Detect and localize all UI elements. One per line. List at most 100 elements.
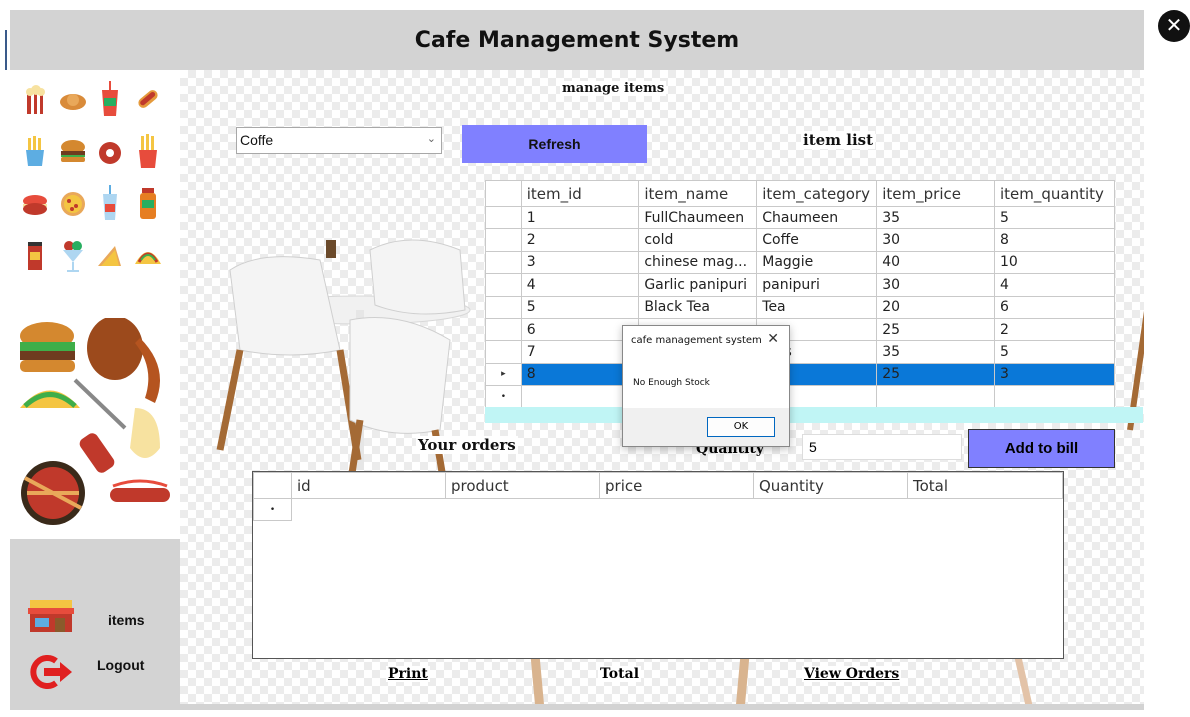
orders-grid[interactable]: id product price Quantity Total • (252, 471, 1064, 659)
column-header[interactable]: price (599, 472, 754, 499)
view-orders-link[interactable]: View Orders (802, 666, 902, 682)
table-cell[interactable]: Maggie (756, 250, 878, 275)
table-cell[interactable]: 25 (876, 317, 995, 342)
table-cell[interactable]: FullChaumeen (638, 205, 758, 230)
row-header[interactable] (485, 205, 522, 230)
table-cell[interactable]: 2 (520, 228, 640, 252)
table-cell[interactable] (994, 385, 1115, 409)
row-header[interactable] (485, 317, 522, 342)
macaron-icon (20, 184, 50, 222)
table-cell[interactable]: panipuri (756, 273, 878, 297)
column-header[interactable]: item_id (520, 180, 640, 207)
row-header[interactable] (485, 250, 522, 275)
chevron-down-icon[interactable]: ⌄ (427, 132, 436, 145)
sidebar-item-logout[interactable] (26, 655, 74, 689)
popcorn-icon (20, 80, 50, 118)
table-row[interactable]: 2 cold Coffe 30 8 (485, 228, 1115, 252)
table-cell[interactable]: 2 (994, 317, 1115, 342)
row-header[interactable] (485, 273, 522, 297)
table-row[interactable]: 4 Garlic panipuri panipuri 30 4 (485, 273, 1115, 297)
table-cell[interactable]: 1 (520, 205, 640, 230)
table-cell[interactable]: 35 (876, 205, 995, 230)
column-header[interactable]: item_price (876, 180, 995, 207)
table-cell (754, 499, 908, 521)
table-cell[interactable]: 8 (994, 228, 1115, 252)
table-cell (446, 499, 600, 521)
row-header-corner (485, 180, 522, 207)
row-header[interactable] (485, 340, 522, 364)
table-cell[interactable]: cold (638, 228, 758, 252)
sidebar-label-logout[interactable]: Logout (97, 657, 144, 673)
row-selected-marker[interactable]: ▸ (485, 362, 522, 387)
table-cell[interactable]: 30 (876, 228, 995, 252)
table-row[interactable]: 7 mos 35 5 (485, 340, 1115, 364)
column-header[interactable]: id (291, 472, 446, 499)
message-dialog: cafe management system ✕ No Enough Stock… (622, 325, 790, 447)
table-cell[interactable]: Tea (756, 295, 878, 319)
add-to-bill-button[interactable]: Add to bill (968, 429, 1115, 468)
print-link[interactable]: Print (386, 666, 430, 682)
table-cell (600, 499, 754, 521)
column-header[interactable]: Quantity (753, 472, 908, 499)
table-cell[interactable]: 4 (520, 273, 640, 297)
table-cell[interactable]: Coffe (756, 228, 878, 252)
dialog-close-icon[interactable]: ✕ (767, 331, 779, 347)
new-row-marker[interactable]: • (485, 385, 522, 409)
grid-footer-bar (485, 407, 1143, 423)
table-cell[interactable]: 25 (876, 362, 995, 387)
item-list-heading: item list (801, 131, 876, 149)
column-header[interactable]: Total (907, 472, 1063, 499)
milkshake-icon (95, 184, 125, 222)
table-cell[interactable] (876, 385, 995, 409)
row-header[interactable] (485, 295, 522, 319)
close-app-button[interactable]: ✕ (1158, 10, 1190, 42)
table-cell (908, 499, 1063, 521)
items-grid[interactable]: item_id item_name item_category item_pri… (485, 180, 1115, 409)
hotdog-icon (133, 80, 163, 118)
table-row-new[interactable]: • (253, 497, 1063, 522)
row-header[interactable] (485, 228, 522, 252)
food-icon-grid (20, 80, 170, 274)
table-cell[interactable]: 5 (520, 295, 640, 319)
table-row-selected[interactable]: ▸ 8 25 3 (485, 362, 1115, 387)
sidebar-label-items[interactable]: items (108, 612, 145, 628)
table-cell[interactable]: Chaumeen (756, 205, 878, 230)
store-icon (28, 600, 74, 632)
table-cell[interactable]: 5 (994, 340, 1115, 364)
sidebar-item-items[interactable] (26, 600, 76, 634)
table-cell[interactable]: 3 (520, 250, 640, 275)
table-cell[interactable]: 40 (876, 250, 995, 275)
manage-items-heading: manage items (560, 81, 667, 96)
table-row[interactable]: 3 chinese mag... Maggie 40 10 (485, 250, 1115, 275)
table-cell[interactable]: 10 (994, 250, 1115, 275)
new-row-marker[interactable]: • (253, 497, 292, 522)
dialog-ok-button[interactable]: OK (707, 417, 775, 437)
table-cell[interactable]: 6 (994, 295, 1115, 319)
column-header[interactable]: product (445, 472, 600, 499)
dialog-footer: OK (623, 408, 789, 446)
column-header[interactable]: item_name (638, 180, 758, 207)
table-row-new[interactable]: • (485, 385, 1115, 409)
refresh-button[interactable]: Refresh (462, 125, 647, 163)
sandwich-icon (95, 236, 125, 274)
column-header[interactable]: item_category (756, 180, 878, 207)
table-cell[interactable]: 30 (876, 273, 995, 297)
column-header[interactable]: item_quantity (994, 180, 1115, 207)
table-row[interactable]: 6 25 2 (485, 317, 1115, 342)
table-cell[interactable]: 35 (876, 340, 995, 364)
table-cell[interactable]: 3 (994, 362, 1115, 387)
category-select[interactable]: Coffe ⌄ (236, 127, 442, 154)
table-cell[interactable]: chinese mag... (638, 250, 758, 275)
table-cell[interactable]: Garlic panipuri (638, 273, 758, 297)
fries-cup-icon (20, 132, 50, 170)
donut-icon (95, 132, 125, 170)
table-cell[interactable]: 20 (876, 295, 995, 319)
quantity-input[interactable]: 5 (802, 434, 962, 460)
window-edge (5, 30, 7, 70)
table-row[interactable]: 5 Black Tea Tea 20 6 (485, 295, 1115, 319)
row-header-corner (253, 472, 292, 499)
table-cell[interactable]: 5 (994, 205, 1115, 230)
table-row[interactable]: 1 FullChaumeen Chaumeen 35 5 (485, 205, 1115, 230)
table-cell[interactable]: 4 (994, 273, 1115, 297)
table-cell[interactable]: Black Tea (638, 295, 758, 319)
